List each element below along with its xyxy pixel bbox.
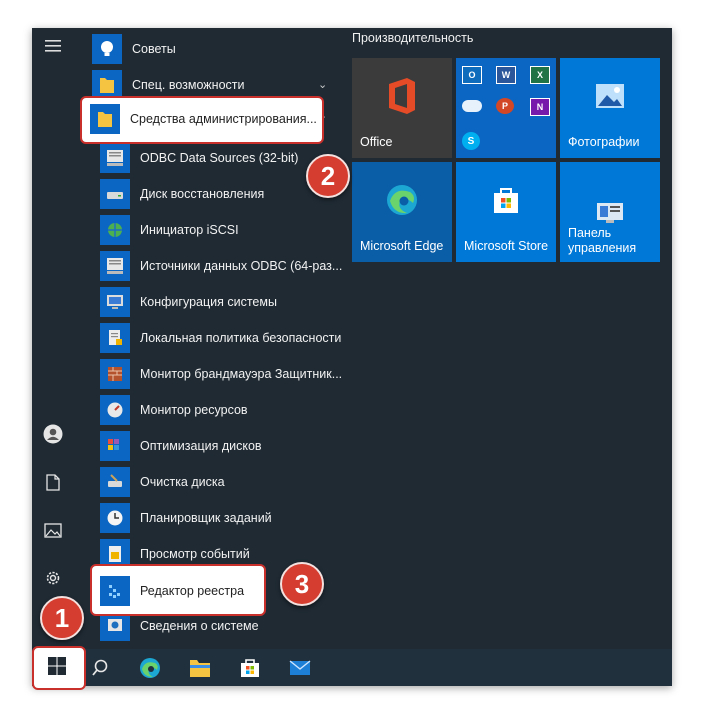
- tile-photos[interactable]: Фотографии: [560, 58, 660, 158]
- tile-label: Фотографии: [568, 135, 640, 149]
- drive-icon: [100, 179, 130, 209]
- clock-icon: [100, 503, 130, 533]
- control-panel-icon: [596, 202, 624, 229]
- globe-icon: [100, 215, 130, 245]
- powerpoint-icon[interactable]: P: [496, 98, 514, 114]
- step-badge-3: 3: [280, 562, 324, 606]
- gear-icon[interactable]: [32, 560, 74, 596]
- highlight-admin-tools-content: Средства администрирования...: [90, 104, 317, 134]
- list-item-label: Планировщик заданий: [140, 511, 272, 525]
- user-icon[interactable]: [32, 416, 74, 452]
- hamburger-icon[interactable]: [32, 28, 74, 64]
- edge-icon[interactable]: [128, 649, 172, 686]
- list-item-label: Источники данных ODBC (64-раз...: [140, 259, 343, 273]
- folder-icon: [90, 104, 120, 134]
- policy-icon: [100, 323, 130, 353]
- tile-store[interactable]: Microsoft Store: [456, 162, 556, 262]
- list-item-label: Монитор брандмауэра Защитник...: [140, 367, 343, 381]
- list-item-task-scheduler[interactable]: Планировщик заданий: [100, 500, 358, 536]
- cleanup-icon: [100, 467, 130, 497]
- list-item-label: Диск восстановления: [140, 187, 265, 201]
- list-item-label: Спец. возможности: [132, 78, 245, 92]
- list-item-label: Инициатор iSCSI: [140, 223, 239, 237]
- tile-label: Microsoft Store: [464, 239, 549, 253]
- step-badge-1: 1: [40, 596, 84, 640]
- list-item-iscsi[interactable]: Инициатор iSCSI: [100, 212, 358, 248]
- chevron-down-icon[interactable]: ⌄: [318, 78, 327, 91]
- list-item-tips[interactable]: Советы: [92, 31, 350, 67]
- list-item-label: Просмотр событий: [140, 547, 250, 561]
- onedrive-icon[interactable]: [462, 100, 482, 112]
- tile-label-line-2: управления: [568, 241, 637, 255]
- list-item-label: Локальная политика безопасности: [140, 331, 342, 345]
- tile-label: Office: [360, 135, 393, 149]
- windows-start-icon[interactable]: [48, 657, 66, 680]
- list-item-cleanup[interactable]: Очистка диска: [100, 464, 358, 500]
- defrag-icon: [100, 431, 130, 461]
- highlight-admin-tools-label: Средства администрирования...: [130, 112, 317, 126]
- document-icon[interactable]: [32, 464, 74, 500]
- tile-office[interactable]: Office: [352, 58, 452, 158]
- tile-office-apps-group: O W X P N S: [456, 58, 556, 158]
- highlight-regedit-content: Редактор реестра: [100, 576, 244, 606]
- skype-icon[interactable]: S: [462, 132, 480, 150]
- registry-icon: [100, 576, 130, 606]
- photos-icon: [560, 58, 660, 134]
- list-item-label: Монитор ресурсов: [140, 403, 248, 417]
- highlight-regedit-label: Редактор реестра: [140, 584, 245, 598]
- list-item-secpol[interactable]: Локальная политика безопасности: [100, 320, 358, 356]
- gauge-icon: [100, 395, 130, 425]
- tile-label: Microsoft Edge: [360, 239, 444, 253]
- list-item-msconfig[interactable]: Конфигурация системы: [100, 284, 358, 320]
- bulb-icon: [92, 34, 122, 64]
- mail-icon[interactable]: [278, 649, 322, 686]
- picture-icon[interactable]: [32, 512, 74, 548]
- tile-edge[interactable]: Microsoft Edge: [352, 162, 452, 262]
- list-item-label: Конфигурация системы: [140, 295, 277, 309]
- list-item-label: Очистка диска: [140, 475, 225, 489]
- office-icon: [352, 58, 452, 134]
- odbc-icon: [100, 143, 130, 173]
- tile-group-title: Производительность: [352, 31, 474, 45]
- list-item-firewall[interactable]: Монитор брандмауэра Защитник...: [100, 356, 358, 392]
- list-item-label: Сведения о системе: [140, 619, 259, 633]
- odbc-icon: [100, 251, 130, 281]
- list-item-label: Оптимизация дисков: [140, 439, 262, 453]
- firewall-icon: [100, 359, 130, 389]
- step-badge-2: 2: [306, 154, 350, 198]
- list-item-resmon[interactable]: Монитор ресурсов: [100, 392, 358, 428]
- word-icon[interactable]: W: [496, 66, 516, 84]
- outlook-icon[interactable]: O: [462, 66, 482, 84]
- excel-icon[interactable]: X: [530, 66, 550, 84]
- list-item-defrag[interactable]: Оптимизация дисков: [100, 428, 358, 464]
- store-icon: [456, 162, 556, 238]
- monitor-icon: [100, 287, 130, 317]
- file-explorer-icon[interactable]: [178, 649, 222, 686]
- edge-icon: [352, 162, 452, 238]
- onenote-icon[interactable]: N: [530, 98, 550, 116]
- tile-control-panel[interactable]: Панель управления: [560, 162, 660, 262]
- store-icon[interactable]: [228, 649, 272, 686]
- list-item-label: Советы: [132, 42, 176, 56]
- taskbar: [32, 649, 672, 686]
- list-item-odbc64[interactable]: Источники данных ODBC (64-раз...: [100, 248, 358, 284]
- tile-label: Панель управления: [560, 226, 660, 262]
- list-item-label: ODBC Data Sources (32-bit): [140, 151, 299, 165]
